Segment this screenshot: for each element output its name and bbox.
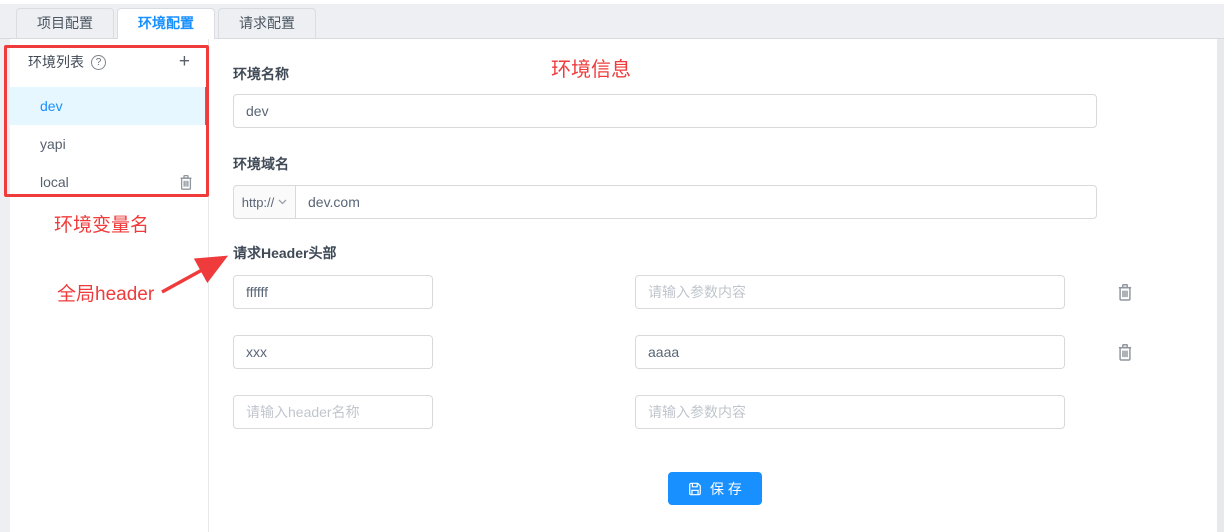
protocol-label: http:// <box>242 195 275 210</box>
header-value-input[interactable] <box>635 395 1065 429</box>
environment-list-header: 环境列表 ? + <box>10 39 208 75</box>
help-icon[interactable]: ? <box>91 55 106 70</box>
protocol-select[interactable]: http:// <box>233 185 296 219</box>
delete-environment-icon[interactable] <box>178 174 194 191</box>
sidebar-item-dev[interactable]: dev <box>10 87 208 125</box>
environment-item-label: dev <box>40 98 63 114</box>
env-name-input[interactable] <box>233 94 1097 128</box>
env-domain-label: 环境域名 <box>233 154 289 174</box>
request-header-label: 请求Header头部 <box>233 243 336 263</box>
tab-request-config[interactable]: 请求配置 <box>218 8 316 38</box>
environment-menu: dev yapi local <box>10 87 208 201</box>
environment-list-title: 环境列表 <box>28 52 84 72</box>
trash-icon <box>1116 343 1134 362</box>
header-value-input[interactable] <box>635 275 1065 309</box>
env-domain-input[interactable] <box>296 185 1097 219</box>
delete-header-row-icon[interactable] <box>1116 283 1134 305</box>
scrollbar-track[interactable] <box>1217 39 1224 532</box>
sidebar-item-local[interactable]: local <box>10 163 208 201</box>
environment-item-label: yapi <box>40 136 66 152</box>
environment-list-sidebar: 环境列表 ? + dev yapi local <box>10 39 209 532</box>
header-name-input[interactable] <box>233 275 433 309</box>
sidebar-item-yapi[interactable]: yapi <box>10 125 208 163</box>
trash-icon <box>1116 283 1134 302</box>
header-name-input[interactable] <box>233 395 433 429</box>
header-name-input[interactable] <box>233 335 433 369</box>
env-name-label: 环境名称 <box>233 64 289 84</box>
environment-config-page: 项目配置 环境配置 请求配置 环境列表 ? + dev yapi <box>0 0 1224 532</box>
delete-header-row-icon[interactable] <box>1116 343 1134 365</box>
save-button-label: 保 存 <box>710 479 742 499</box>
add-environment-button[interactable]: + <box>179 54 190 70</box>
chevron-down-icon <box>278 199 287 205</box>
page-gutter-left <box>0 39 10 532</box>
header-value-input[interactable] <box>635 335 1065 369</box>
environment-item-label: local <box>40 174 69 190</box>
tab-project-config[interactable]: 项目配置 <box>16 8 114 38</box>
env-domain-group: http:// <box>233 185 1097 219</box>
config-tabbar: 项目配置 环境配置 请求配置 <box>0 4 1224 39</box>
trash-icon <box>178 174 194 191</box>
save-button[interactable]: 保 存 <box>668 472 762 505</box>
floppy-save-icon <box>688 482 702 496</box>
tab-environment-config[interactable]: 环境配置 <box>117 8 215 39</box>
